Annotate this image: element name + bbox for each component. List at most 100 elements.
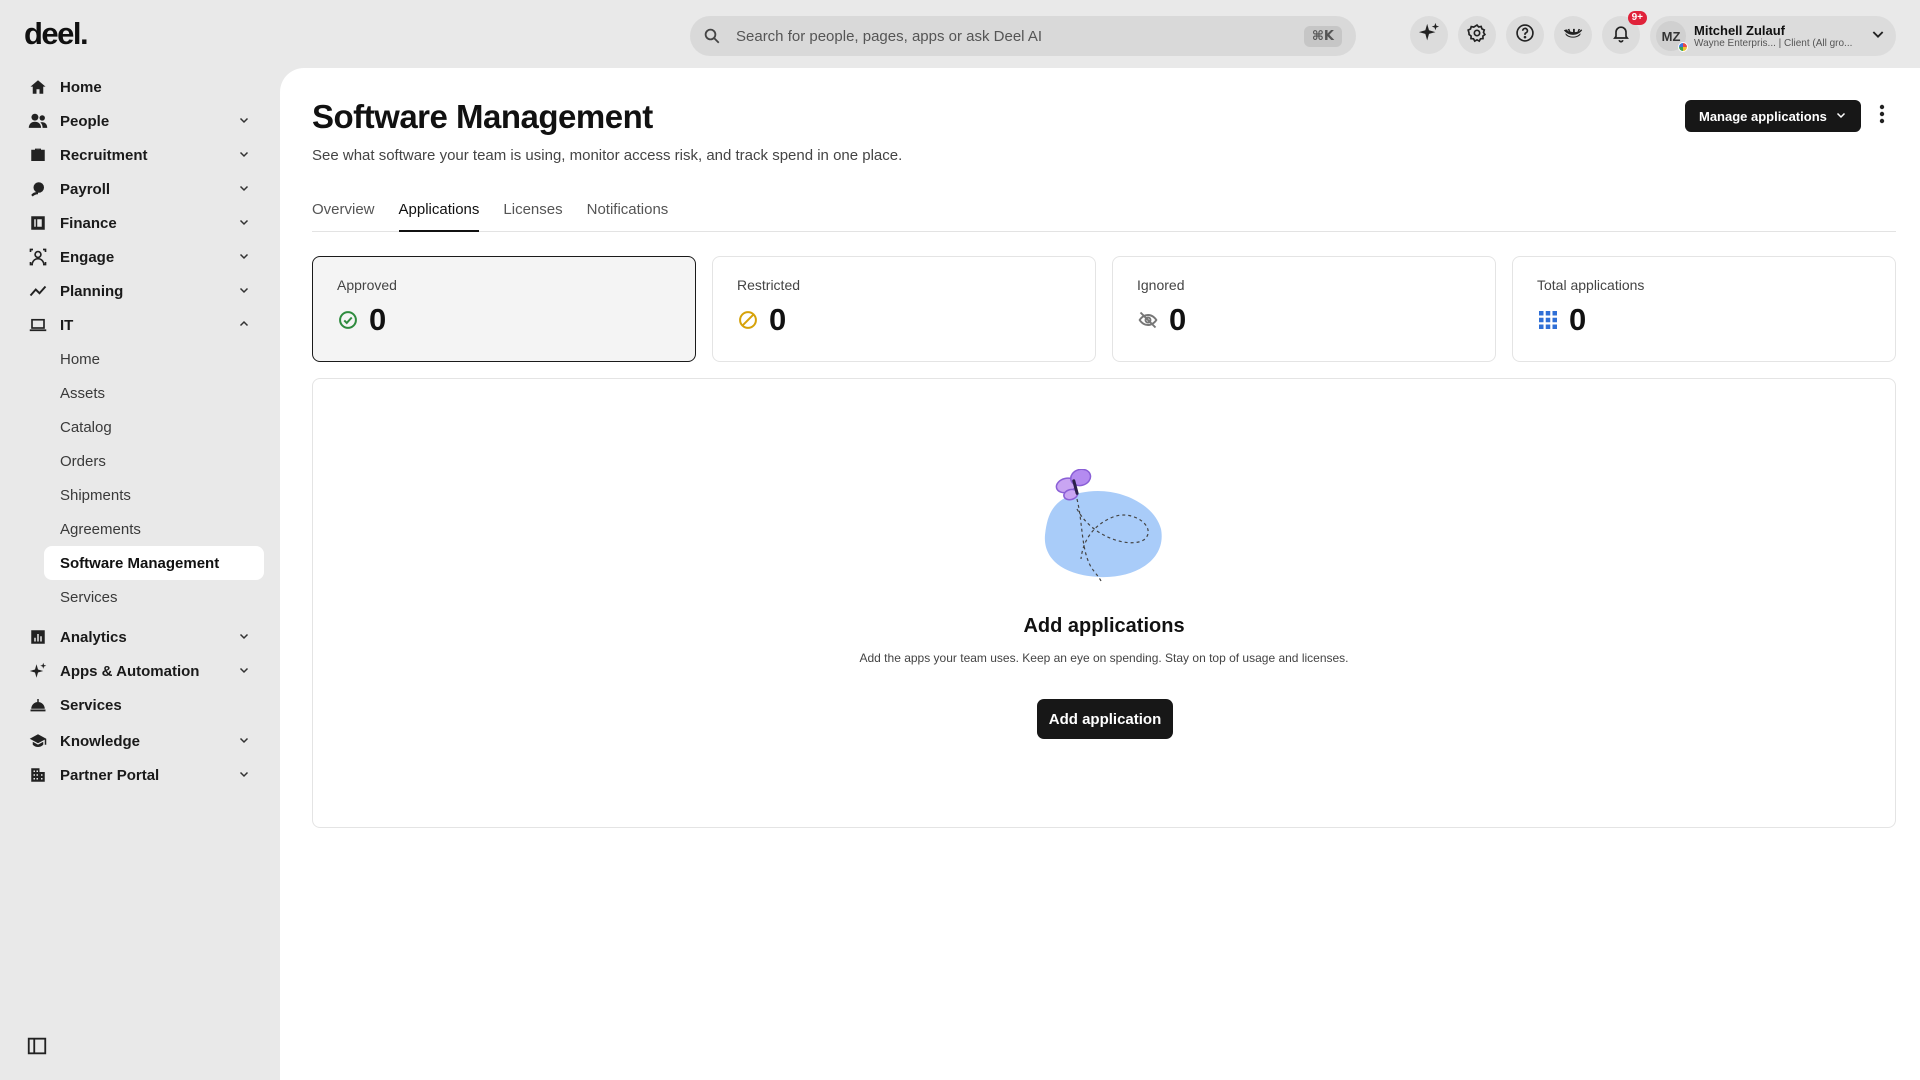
- stats-cards: Approved 0 Restricted 0 Ignored 0 Total …: [312, 256, 1896, 362]
- search-icon: [702, 26, 722, 46]
- sidebar-toggle-icon: [26, 1037, 48, 1061]
- chevron-down-icon: [238, 215, 250, 232]
- stat-value: 0: [369, 302, 387, 337]
- stat-card-approved[interactable]: Approved 0: [312, 256, 696, 362]
- privacy-toggle-button[interactable]: [1554, 16, 1592, 54]
- building-icon: [28, 765, 48, 785]
- laptop-icon: [28, 315, 48, 335]
- apps-grid-icon: [1537, 309, 1559, 331]
- sidebar-item-services[interactable]: Services: [0, 688, 280, 722]
- chevron-down-icon: [238, 767, 250, 784]
- user-organization: Wayne Enterpris... | Client (All gro...: [1694, 38, 1853, 49]
- main-content: Software Management See what software yo…: [280, 68, 1920, 1080]
- chevron-down-icon: [238, 181, 250, 198]
- empty-state-description: Add the apps your team uses. Keep an eye…: [859, 651, 1349, 665]
- sidebar-subitem-orders[interactable]: Orders: [0, 444, 280, 478]
- chevron-down-icon: [1835, 109, 1847, 124]
- chevron-down-icon: [238, 113, 250, 130]
- stat-label: Ignored: [1137, 277, 1185, 293]
- sidebar-item-label: Services: [60, 696, 122, 714]
- sidebar-subitem-it-home[interactable]: Home: [0, 342, 280, 376]
- tab-licenses[interactable]: Licenses: [503, 198, 562, 232]
- stat-value: 0: [1569, 302, 1587, 337]
- sidebar-item-engage[interactable]: Engage: [0, 240, 280, 274]
- stat-value: 0: [1169, 302, 1187, 337]
- sidebar-item-people[interactable]: People: [0, 104, 280, 138]
- chevron-down-icon: [238, 663, 250, 680]
- settings-button[interactable]: [1458, 16, 1496, 54]
- sidebar-item-label: Apps & Automation: [60, 662, 200, 680]
- sidebar-item-label: Recruitment: [60, 146, 148, 164]
- butterfly-illustration: [1033, 468, 1173, 594]
- tab-overview[interactable]: Overview: [312, 198, 375, 232]
- manage-applications-button[interactable]: Manage applications: [1685, 100, 1861, 132]
- more-vertical-icon: [1879, 104, 1885, 129]
- chevron-down-icon: [238, 249, 250, 266]
- global-search[interactable]: ⌘K: [690, 16, 1356, 56]
- more-options-button[interactable]: [1870, 103, 1894, 129]
- sidebar-subitem-it-services[interactable]: Services: [0, 580, 280, 614]
- help-icon: [1515, 23, 1535, 48]
- sidebar-subitem-agreements[interactable]: Agreements: [0, 512, 280, 546]
- sidebar: Home People Recruitment Payroll Finance …: [0, 70, 280, 792]
- trend-icon: [28, 281, 48, 301]
- eye-closed-icon: [1562, 22, 1584, 49]
- avatar-initials: MZ: [1661, 28, 1681, 44]
- sparkle-icon: [1418, 22, 1440, 49]
- chevron-up-icon: [238, 317, 250, 334]
- stat-card-total-applications[interactable]: Total applications 0: [1512, 256, 1896, 362]
- sidebar-item-label: Payroll: [60, 180, 111, 198]
- sidebar-subitem-catalog[interactable]: Catalog: [0, 410, 280, 444]
- sidebar-subitem-software-management[interactable]: Software Management: [44, 546, 264, 580]
- search-input[interactable]: [736, 27, 1304, 45]
- empty-state-title: Add applications: [1023, 615, 1185, 637]
- deel-logo[interactable]: deel.: [24, 16, 89, 52]
- add-application-button[interactable]: Add application: [1037, 699, 1173, 739]
- sidebar-item-label: Engage: [60, 248, 115, 266]
- collapse-sidebar-button[interactable]: [26, 1035, 48, 1062]
- sidebar-item-label: Analytics: [60, 628, 127, 646]
- chevron-down-icon: [238, 147, 250, 164]
- tab-notifications[interactable]: Notifications: [587, 198, 669, 232]
- user-menu[interactable]: MZ Mitchell Zulauf Wayne Enterpris... | …: [1650, 16, 1896, 56]
- sidebar-item-recruitment[interactable]: Recruitment: [0, 138, 280, 172]
- sidebar-item-planning[interactable]: Planning: [0, 274, 280, 308]
- sidebar-item-label: Knowledge: [60, 732, 141, 750]
- chevron-down-icon: [238, 733, 250, 750]
- chevron-down-icon: [238, 283, 250, 300]
- org-color-dot: [1678, 42, 1688, 52]
- sidebar-subitem-assets[interactable]: Assets: [0, 376, 280, 410]
- sidebar-item-finance[interactable]: Finance: [0, 206, 280, 240]
- empty-state: Add applications Add the apps your team …: [312, 378, 1896, 828]
- home-icon: [28, 77, 48, 97]
- sidebar-item-it[interactable]: IT: [0, 308, 280, 342]
- finance-icon: [28, 213, 48, 233]
- tab-applications[interactable]: Applications: [398, 198, 480, 232]
- sidebar-item-label: People: [60, 112, 110, 130]
- sidebar-subitem-shipments[interactable]: Shipments: [0, 478, 280, 512]
- sidebar-item-analytics[interactable]: Analytics: [0, 620, 280, 654]
- search-shortcut-hint: ⌘K: [1303, 25, 1342, 47]
- chart-icon: [28, 627, 48, 647]
- stat-value: 0: [769, 302, 787, 337]
- people-icon: [28, 111, 48, 131]
- eye-off-icon: [1137, 309, 1159, 331]
- notification-count-badge: 9+: [1627, 11, 1647, 25]
- notifications-button[interactable]: 9+: [1602, 11, 1647, 54]
- chevron-down-icon: [238, 629, 250, 646]
- help-button[interactable]: [1506, 16, 1544, 54]
- sidebar-item-payroll[interactable]: Payroll: [0, 172, 280, 206]
- sparkle-icon: [28, 661, 48, 681]
- sidebar-item-partner-portal[interactable]: Partner Portal: [0, 758, 280, 792]
- stat-card-ignored[interactable]: Ignored 0: [1112, 256, 1496, 362]
- stat-card-restricted[interactable]: Restricted 0: [712, 256, 1096, 362]
- check-circle-icon: [337, 309, 359, 331]
- ai-assistant-button[interactable]: [1410, 16, 1448, 54]
- sidebar-item-apps-automation[interactable]: Apps & Automation: [0, 654, 280, 688]
- sidebar-item-home[interactable]: Home: [0, 70, 280, 104]
- graduation-cap-icon: [28, 731, 48, 751]
- sidebar-item-knowledge[interactable]: Knowledge: [0, 724, 280, 758]
- bell-icon: [1611, 23, 1631, 48]
- user-name: Mitchell Zulauf: [1694, 23, 1785, 38]
- payroll-icon: [28, 179, 48, 199]
